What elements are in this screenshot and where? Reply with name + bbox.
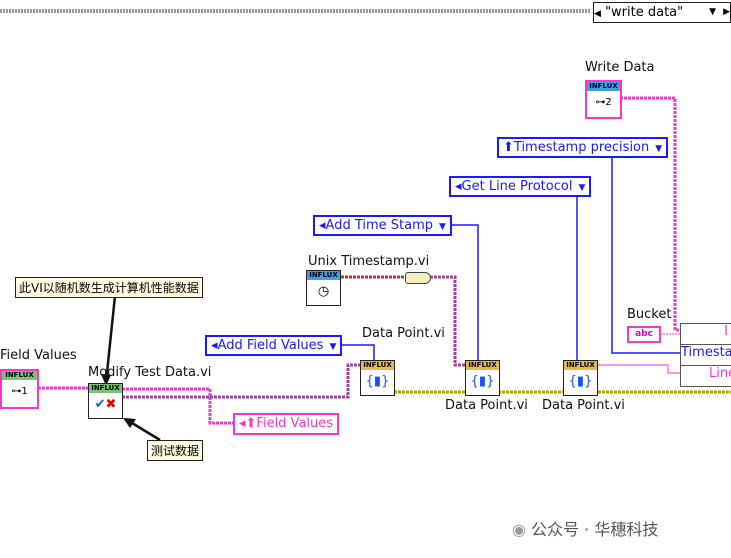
write-data-label: Write Data (585, 60, 655, 75)
bucket-control[interactable]: abc (627, 326, 661, 343)
get-line-protocol-enum[interactable]: ◂Get Line Protocol ▼ (449, 176, 592, 197)
clock-icon: ◷ (317, 284, 330, 299)
indicator-label: Field Values (256, 416, 334, 431)
index: 2 (605, 97, 612, 108)
dropdown-arrow-icon[interactable]: ▼ (578, 183, 585, 193)
bucket-label: Bucket (627, 307, 672, 322)
bundle-by-name-node[interactable]: I Timesta Line (680, 323, 731, 387)
field-values-indicator[interactable]: ◂⬆Field Values (233, 413, 340, 435)
time-cluster-wire (430, 275, 465, 367)
bundle-row[interactable]: Line (681, 366, 731, 386)
influx-badge: INFLUX (361, 361, 394, 370)
field-values-label: Field Values (0, 348, 77, 363)
field-values-out-wire (122, 387, 233, 425)
add-field-values-enum[interactable]: ◂Add Field Values ▼ (205, 335, 343, 356)
enum-value: Get Line Protocol (461, 179, 573, 194)
modify-check-icon: ✔✖ (94, 397, 117, 412)
watermark: ◉ 公众号 · 华穗科技 (512, 516, 658, 540)
line-protocol-wire (597, 364, 680, 374)
data-point-node[interactable]: INFLUX {▮} (563, 360, 598, 396)
influx-badge: INFLUX (564, 361, 597, 370)
data-point-node[interactable]: INFLUX {▮} (465, 360, 500, 396)
dropdown-arrow-icon[interactable]: ▼ (439, 222, 446, 232)
index: 1 (21, 386, 28, 397)
comment-vi-note: 此VI以随机数生成计算机性能数据 (15, 277, 203, 298)
modify-test-data-node[interactable]: INFLUX ✔✖ (88, 383, 123, 419)
wechat-icon: ◉ (512, 520, 526, 539)
polymorphic-icon: ⊶ (11, 386, 22, 397)
data-point-icon: {▮} (568, 374, 593, 389)
data-point-node[interactable]: INFLUX {▮} (360, 360, 395, 396)
enum-value: Timestamp precision (513, 140, 650, 155)
write-data-node[interactable]: INFLUX ⊶2 (585, 80, 622, 119)
comment-test-data: 测试数据 (147, 440, 204, 461)
bundle-row[interactable]: Timesta (681, 345, 731, 366)
modify-test-data-label: Modify Test Data.vi (88, 365, 212, 380)
data-point-label: Data Point.vi (362, 326, 445, 341)
influx-badge: INFLUX (587, 82, 620, 91)
polymorphic-icon: ⊶ (595, 97, 606, 108)
timestamp-precision-enum[interactable]: ⬆Timestamp precision ▼ (497, 137, 669, 158)
bundle-row[interactable]: I (681, 324, 731, 345)
unix-timestamp-node[interactable]: INFLUX ◷ (306, 270, 341, 306)
write-data-wire (620, 96, 680, 332)
data-point-icon: {▮} (470, 374, 495, 389)
data-point-label: Data Point.vi (445, 398, 528, 413)
field-values-node[interactable]: INFLUX ⊶1 (0, 369, 39, 409)
unix-timestamp-label: Unix Timestamp.vi (308, 254, 430, 269)
data-point-icon: {▮} (365, 374, 390, 389)
add-time-stamp-wire (447, 224, 479, 362)
watermark-text: 公众号 · 华穗科技 (531, 520, 659, 539)
increment-arrow-icon[interactable]: ▶ (723, 3, 730, 22)
decrement-arrow-icon[interactable]: ◀ (594, 9, 601, 19)
data-point-label: Data Point.vi (542, 398, 625, 413)
case-selector[interactable]: ◀ "write data" ▼ ▶ (593, 2, 731, 23)
dropdown-arrow-icon[interactable]: ▼ (329, 342, 336, 352)
conversion-node[interactable] (405, 272, 431, 284)
enum-value: Add Field Values (217, 338, 324, 353)
add-time-stamp-enum[interactable]: ◂Add Time Stamp ▼ (313, 215, 452, 236)
dropdown-arrow-icon[interactable]: ▼ (709, 3, 716, 22)
enum-value: Add Time Stamp (325, 218, 434, 233)
influx-badge: INFLUX (2, 371, 37, 380)
influx-badge: INFLUX (307, 271, 340, 280)
case-value: "write data" (605, 5, 684, 20)
dropdown-arrow-icon[interactable]: ▼ (655, 144, 662, 154)
influx-badge: INFLUX (466, 361, 499, 370)
timestamp-precision-wire (611, 157, 680, 354)
influx-badge: INFLUX (89, 384, 122, 393)
